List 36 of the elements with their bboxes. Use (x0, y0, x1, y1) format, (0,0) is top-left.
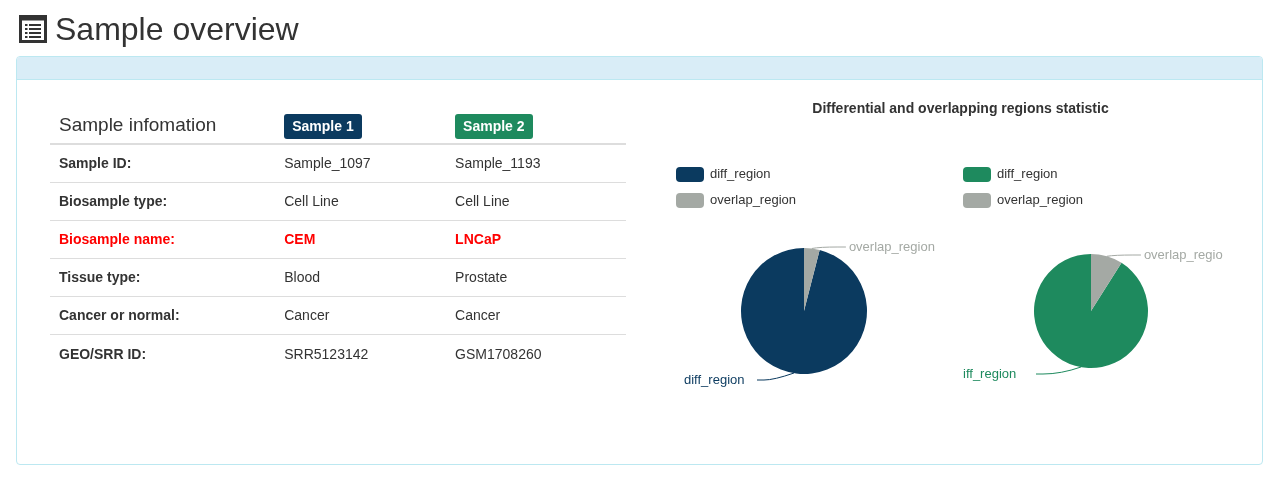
table-heading: Sample infomation (58, 112, 218, 137)
row-label: GEO/SRR ID: (58, 344, 148, 364)
row-label: Biosample type: (58, 192, 169, 211)
table-cell-text: Cancer (455, 306, 502, 325)
row-label: Cancer or normal: (58, 306, 181, 325)
slice-label: overlap_regio (1143, 247, 1223, 262)
table-cell-text: Sample_1193 (455, 154, 542, 173)
legend-label[interactable]: diff_region (710, 164, 771, 184)
row-label: Sample ID: (58, 154, 133, 173)
table-cell-text: Blood (284, 268, 322, 287)
table-cell-text: Sample_1097 (284, 154, 372, 173)
slice-label: overlap_region (848, 239, 935, 254)
list-icon (19, 15, 47, 43)
leader-line (1106, 254, 1142, 257)
table-cell-text: Prostate (455, 268, 509, 287)
slice-label: diff_region (684, 372, 745, 387)
legend-label[interactable]: diff_region (997, 164, 1058, 184)
row-label: Biosample name: (58, 230, 176, 249)
leader-line (811, 246, 847, 249)
slice-label: iff_region (963, 366, 1017, 381)
table-cell-text: Cell Line (284, 192, 340, 211)
sample-badge: Sample 2 (455, 114, 533, 139)
leader-line (1035, 366, 1082, 375)
table-cell-text: SRR5123142 (284, 344, 370, 364)
legend-label[interactable]: overlap_region (997, 190, 1083, 210)
table-cell-text: CEM (284, 230, 317, 249)
chart-title: Differential and overlapping regions statistic (811, 99, 1110, 118)
table-cell-text: Cell Line (455, 192, 511, 211)
table-cell-text: LNCaP (455, 230, 502, 249)
page-title: Sample overview (55, 13, 299, 45)
leader-line (756, 372, 795, 381)
row-label: Tissue type: (58, 268, 142, 287)
sample-badge: Sample 1 (284, 114, 362, 139)
table-cell-text: GSM1708260 (455, 344, 543, 364)
legend-label[interactable]: overlap_region (710, 190, 796, 210)
table-cell-text: Cancer (284, 306, 331, 325)
